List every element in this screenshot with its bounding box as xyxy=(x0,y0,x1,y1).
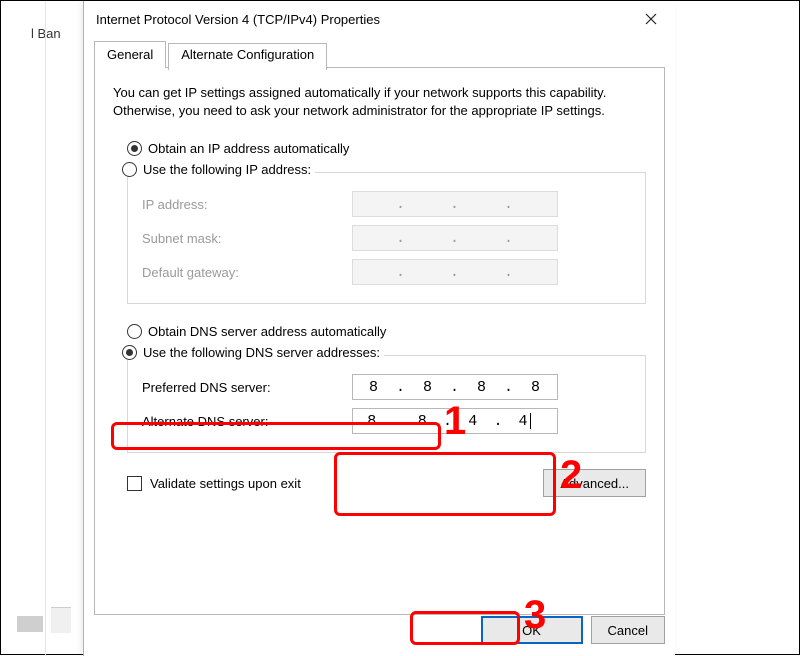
row-alternate-dns: Alternate DNS server: 8. 8. 4. 4 xyxy=(142,404,631,438)
octet: 8 xyxy=(353,379,395,396)
preferred-dns-label: Preferred DNS server: xyxy=(142,380,352,395)
close-button[interactable] xyxy=(627,1,675,37)
octet: 8 xyxy=(461,379,503,396)
radio-label: Obtain DNS server address automatically xyxy=(148,324,386,339)
alternate-dns-label: Alternate DNS server: xyxy=(142,414,352,429)
dialog-actions: OK Cancel xyxy=(481,616,665,644)
radio-use-following-dns[interactable]: Use the following DNS server addresses: xyxy=(122,345,384,360)
background-divider xyxy=(45,1,46,656)
radio-obtain-dns-auto[interactable]: Obtain DNS server address automatically xyxy=(127,320,646,343)
titlebar: Internet Protocol Version 4 (TCP/IPv4) P… xyxy=(84,1,675,37)
dialog-title: Internet Protocol Version 4 (TCP/IPv4) P… xyxy=(96,12,627,27)
radio-obtain-ip-auto[interactable]: Obtain an IP address automatically xyxy=(127,137,646,160)
row-subnet-mask: Subnet mask: ... xyxy=(142,221,631,255)
row-default-gateway: Default gateway: ... xyxy=(142,255,631,289)
general-tab-panel: You can get IP settings assigned automat… xyxy=(94,67,665,615)
background-panel-edge xyxy=(51,607,71,633)
ip-address-input: ... xyxy=(352,191,558,217)
tab-alternate-configuration[interactable]: Alternate Configuration xyxy=(168,43,327,70)
row-ip-address: IP address: ... xyxy=(142,187,631,221)
checkbox-icon xyxy=(127,476,142,491)
octet: 4 xyxy=(505,413,557,430)
background-scrollbar-fragment xyxy=(17,616,43,632)
radio-icon xyxy=(127,141,142,156)
dns-manual-fieldset: Use the following DNS server addresses: … xyxy=(127,355,646,453)
subnet-mask-label: Subnet mask: xyxy=(142,231,352,246)
octet: 8 xyxy=(407,379,449,396)
subnet-mask-input: ... xyxy=(352,225,558,251)
ok-button[interactable]: OK xyxy=(481,616,583,644)
radio-icon xyxy=(122,162,137,177)
octet: 8 xyxy=(353,413,391,430)
default-gateway-input: ... xyxy=(352,259,558,285)
close-icon xyxy=(645,13,657,25)
default-gateway-label: Default gateway: xyxy=(142,265,352,280)
row-preferred-dns: Preferred DNS server: 8. 8. 8. 8 xyxy=(142,370,631,404)
radio-use-following-ip[interactable]: Use the following IP address: xyxy=(122,162,315,177)
octet: 4 xyxy=(454,413,492,430)
ip-manual-fieldset: Use the following IP address: IP address… xyxy=(127,172,646,304)
octet: 8 xyxy=(404,413,442,430)
radio-icon xyxy=(127,324,142,339)
validate-settings-checkbox[interactable]: Validate settings upon exit xyxy=(127,476,301,491)
octet: 8 xyxy=(515,379,557,396)
ip-address-label: IP address: xyxy=(142,197,352,212)
ip-obtain-group: Obtain an IP address automatically xyxy=(127,137,646,160)
cancel-button[interactable]: Cancel xyxy=(591,616,665,644)
ipv4-properties-dialog: Internet Protocol Version 4 (TCP/IPv4) P… xyxy=(83,1,675,656)
intro-text: You can get IP settings assigned automat… xyxy=(113,84,646,119)
dns-obtain-group: Obtain DNS server address automatically xyxy=(127,320,646,343)
tab-strip: General Alternate Configuration xyxy=(94,41,675,68)
radio-label: Use the following DNS server addresses: xyxy=(143,345,380,360)
radio-icon xyxy=(122,345,137,360)
footer-options-row: Validate settings upon exit Advanced... xyxy=(113,469,646,497)
text-caret xyxy=(530,413,531,429)
radio-label: Use the following IP address: xyxy=(143,162,311,177)
tab-general[interactable]: General xyxy=(94,41,166,68)
alternate-dns-input[interactable]: 8. 8. 4. 4 xyxy=(352,408,558,434)
advanced-button[interactable]: Advanced... xyxy=(543,469,646,497)
radio-label: Obtain an IP address automatically xyxy=(148,141,349,156)
checkbox-label: Validate settings upon exit xyxy=(150,476,301,491)
preferred-dns-input[interactable]: 8. 8. 8. 8 xyxy=(352,374,558,400)
